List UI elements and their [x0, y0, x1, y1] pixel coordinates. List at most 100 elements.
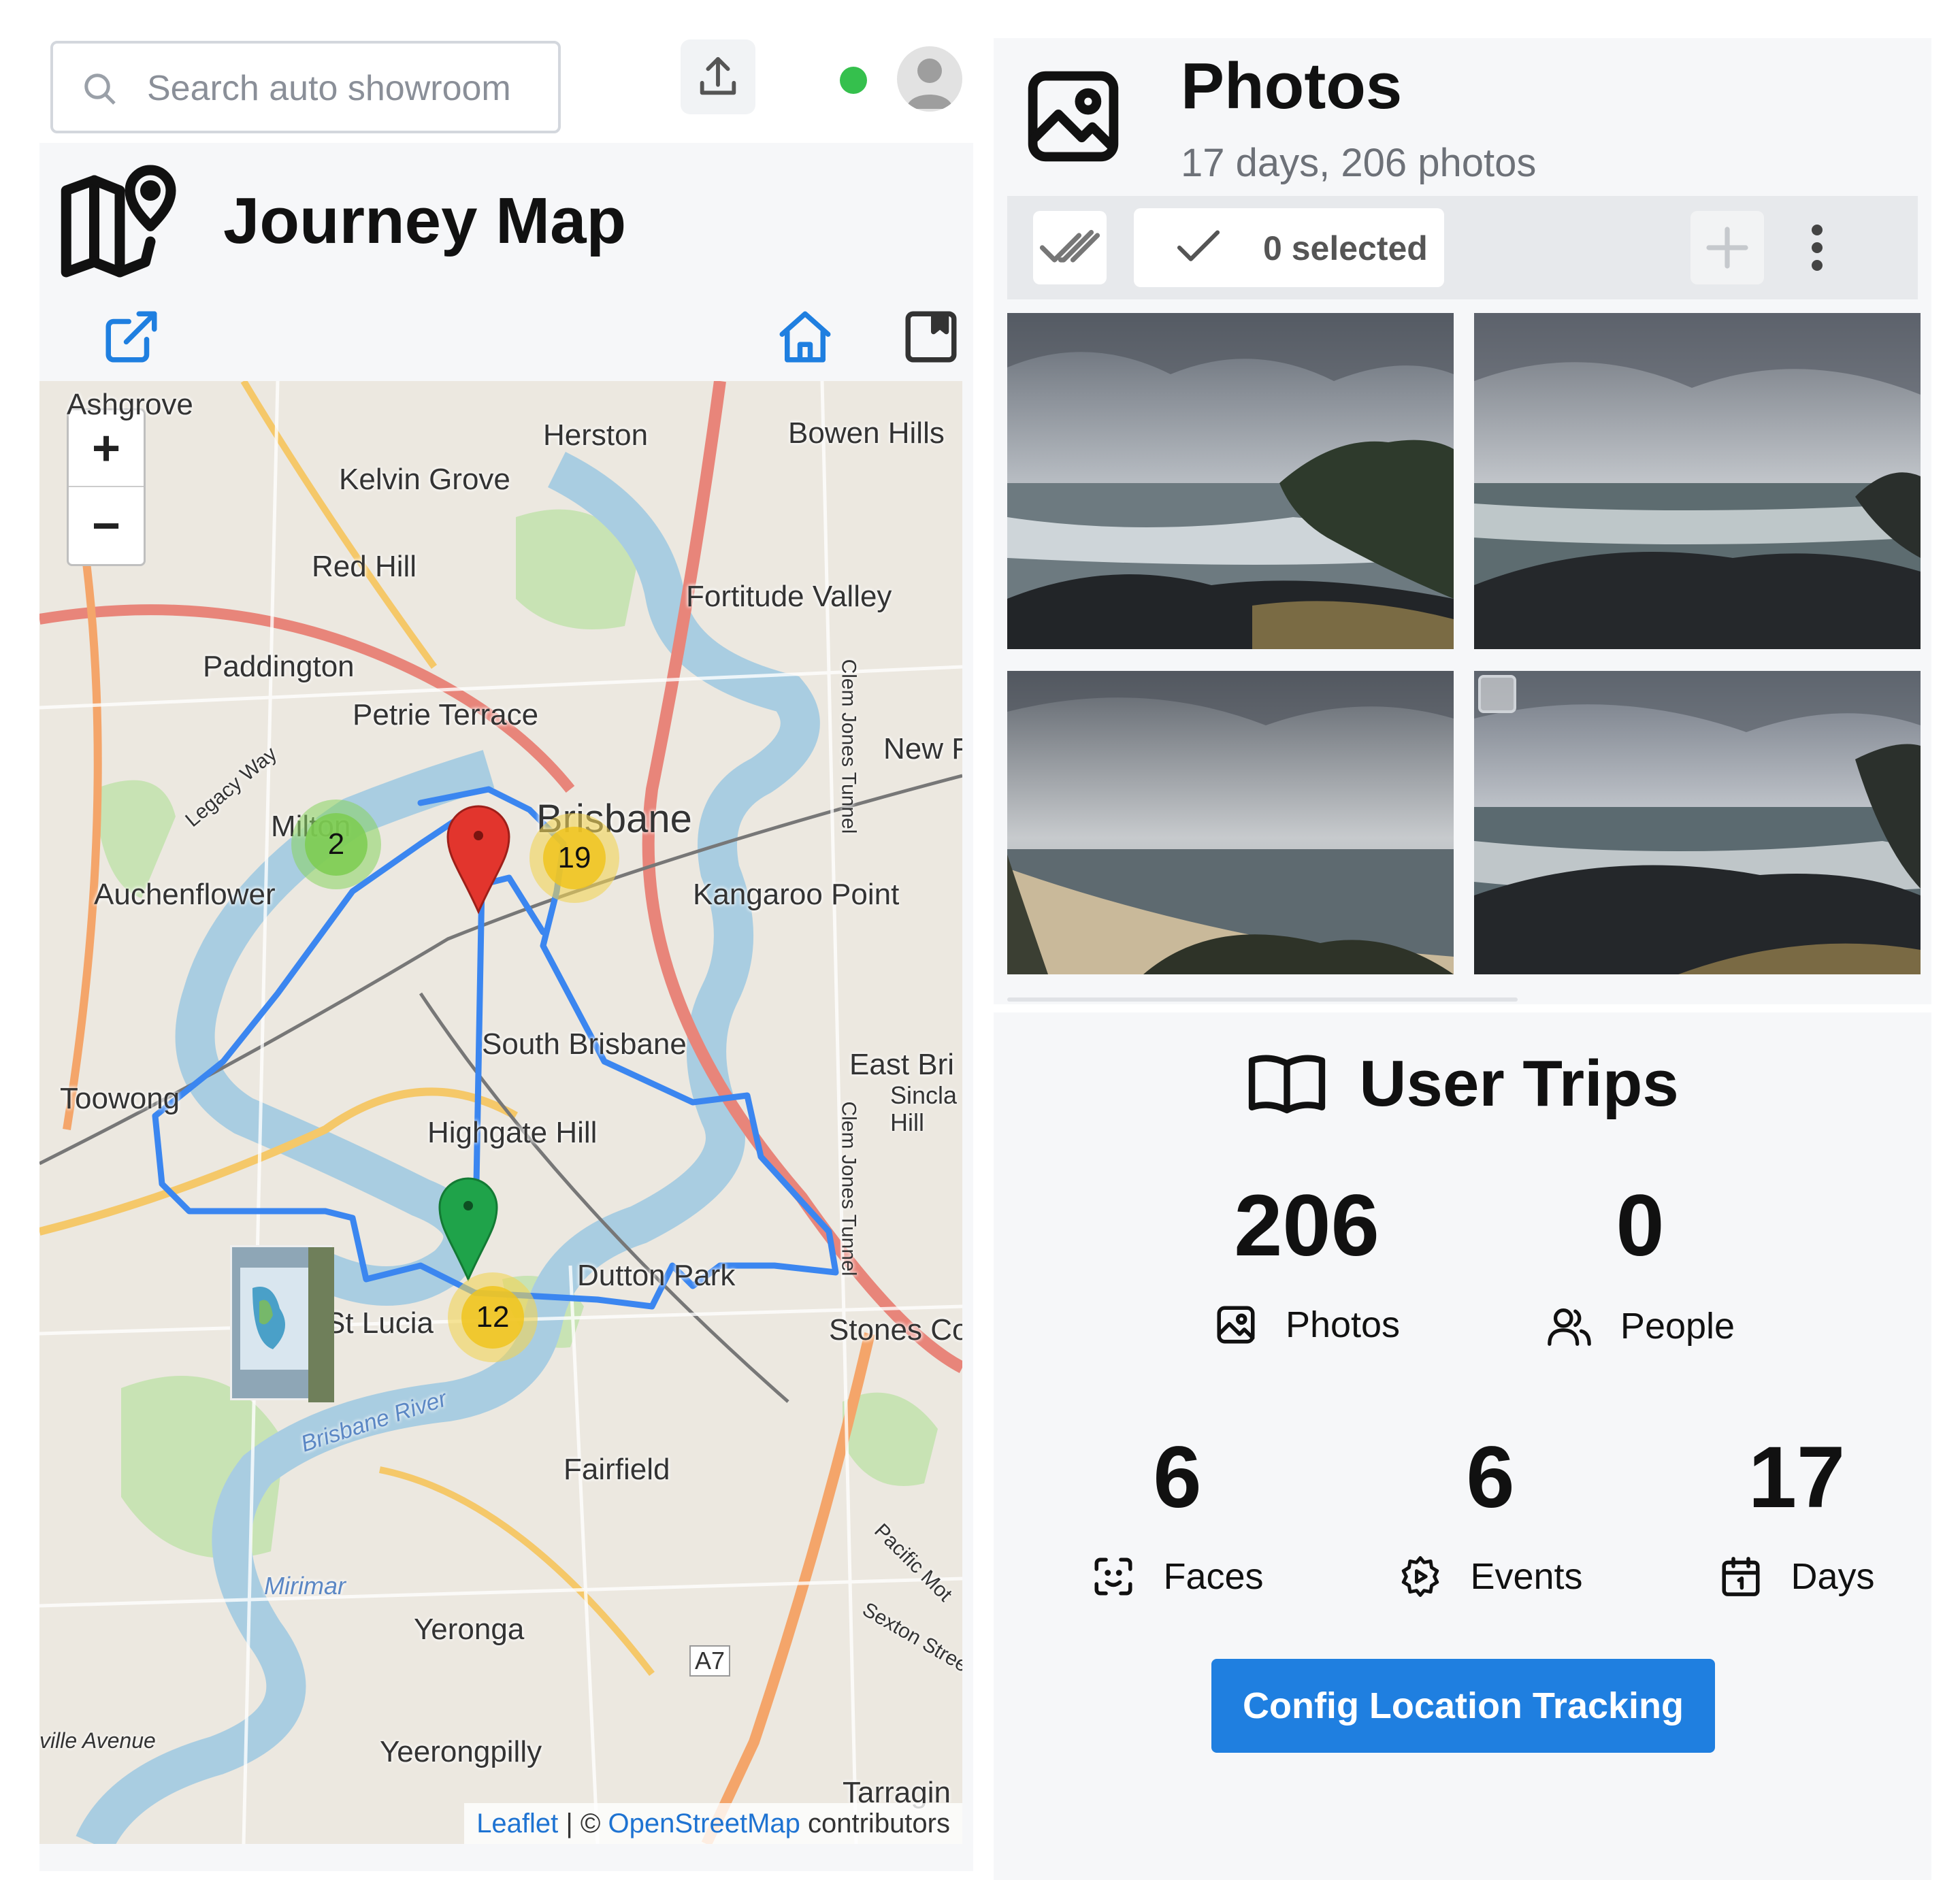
map-label: Dutton Park: [577, 1259, 736, 1292]
event-gear-icon: [1402, 1556, 1439, 1597]
upload-icon: [700, 56, 736, 95]
face-scan-icon: [1094, 1557, 1132, 1596]
stat-value: 6: [1466, 1429, 1515, 1526]
road-shield-a7: A7: [689, 1645, 731, 1677]
map-label: Yeronga: [414, 1613, 525, 1646]
image-icon: [1028, 71, 1119, 162]
photos-subtitle: 17 days, 206 photos: [1181, 141, 1537, 185]
photo-cluster[interactable]: 19: [529, 813, 619, 903]
map-label: Kelvin Grove: [339, 463, 510, 496]
user-avatar[interactable]: [897, 46, 962, 112]
selected-count-label: 0 selected: [1263, 229, 1428, 267]
bookmark-book-icon[interactable]: [900, 306, 962, 367]
map-label: East Bri: [849, 1048, 955, 1081]
attribution-separator: | ©: [558, 1809, 608, 1838]
cluster-count: 19: [543, 827, 606, 889]
photo-cluster[interactable]: 2: [291, 799, 381, 889]
stat-people: 0 People: [1524, 1183, 1756, 1350]
plus-icon: [1706, 227, 1748, 269]
map-label: Clem Jones Tunnel: [837, 1101, 860, 1276]
user-icon: [906, 59, 953, 109]
stat-days: 17 Days: [1681, 1434, 1912, 1599]
map-label: Fortitude Valley: [686, 580, 892, 613]
attribution-contributors: contributors: [800, 1809, 950, 1838]
journey-title: Journey Map: [223, 184, 627, 257]
map-attribution: Leaflet | © OpenStreetMap contributors: [464, 1803, 962, 1844]
search-input[interactable]: [147, 57, 542, 120]
open-book-icon: [1249, 1055, 1326, 1114]
check-icon: [1177, 230, 1220, 261]
map-label: Highgate Hill: [427, 1116, 598, 1149]
stat-label: Events: [1470, 1556, 1583, 1597]
zoom-control: + −: [67, 408, 146, 566]
stat-photos: 206 Photos: [1191, 1183, 1422, 1347]
photos-header: Photos 17 days, 206 photos: [994, 38, 1931, 195]
map-label: St Lucia: [325, 1306, 434, 1340]
photo-tile[interactable]: [1007, 671, 1454, 974]
map-label: Paddington: [203, 650, 355, 683]
trips-title: User Trips: [1359, 1047, 1679, 1120]
calendar-icon: [1722, 1557, 1760, 1596]
coastal-rock-photo: [1474, 313, 1921, 649]
select-all-button[interactable]: [1033, 211, 1107, 284]
selection-count[interactable]: 0 selected: [1134, 208, 1444, 287]
photo-tile[interactable]: [1007, 313, 1454, 649]
openstreetmap-link[interactable]: OpenStreetMap: [608, 1809, 800, 1838]
stat-label: Days: [1791, 1556, 1875, 1597]
map-label: Auchenflower: [94, 878, 276, 911]
coastal-rock-photo: [1474, 671, 1921, 974]
search-box[interactable]: [50, 41, 561, 133]
journey-header: Journey Map: [39, 143, 973, 279]
stat-label: People: [1620, 1306, 1735, 1347]
map-label: Clem Jones Tunnel: [837, 659, 860, 834]
journey-card: Journey Map + − Ashgrove Herston Bowen H…: [39, 143, 973, 1871]
map-label: New F: [883, 732, 962, 765]
stat-faces: 6 Faces: [1062, 1434, 1293, 1599]
people-icon: [1548, 1308, 1591, 1346]
image-icon: [1217, 1306, 1255, 1344]
photos-title: Photos: [1181, 50, 1403, 122]
map-label: Bowen Hills: [788, 416, 945, 450]
photo-tile[interactable]: [1474, 313, 1921, 649]
open-external-icon[interactable]: [101, 306, 162, 367]
trips-header: User Trips: [994, 1040, 1931, 1128]
map-label: Kangaroo Point: [693, 878, 900, 911]
home-icon[interactable]: [774, 306, 836, 367]
double-check-icon: [1039, 229, 1100, 263]
stat-value: 0: [1616, 1177, 1665, 1274]
coastal-rock-photo: [1007, 313, 1454, 649]
top-bar: [0, 0, 980, 143]
search-icon: [84, 73, 116, 105]
map-label: Fairfield: [564, 1453, 670, 1486]
selection-toolbar: 0 selected: [1007, 196, 1918, 299]
zoom-out-button[interactable]: −: [69, 487, 144, 564]
journey-panel: Journey Map: [0, 0, 994, 1880]
grid-scrollbar[interactable]: [1007, 997, 1518, 1002]
stat-label: Photos: [1285, 1304, 1401, 1345]
leaflet-link[interactable]: Leaflet: [476, 1809, 558, 1838]
config-location-tracking-button[interactable]: Config Location Tracking: [1211, 1659, 1715, 1753]
photo-cluster[interactable]: 12: [448, 1272, 538, 1362]
photo-tile[interactable]: [1474, 671, 1921, 974]
photos-card: Photos 17 days, 206 photos 0 selected: [994, 38, 1931, 1004]
map-label: Toowong: [60, 1082, 180, 1115]
map-label: ville Avenue: [39, 1728, 156, 1753]
map-label: Ashgrove: [67, 388, 193, 421]
user-trips-card: User Trips 206 Photos 0 People 6 Faces 6: [994, 1012, 1931, 1880]
beach-photo: [1007, 671, 1454, 974]
map-label: Herston: [543, 418, 649, 452]
photo-thumbnail-marker[interactable]: [230, 1245, 334, 1402]
map-label: Stones Co: [829, 1313, 962, 1347]
upload-button[interactable]: [681, 39, 755, 114]
map-label: Red Hill: [312, 550, 417, 583]
more-options-button[interactable]: [1797, 211, 1838, 284]
add-button[interactable]: [1690, 211, 1764, 284]
stat-value: 17: [1748, 1429, 1846, 1526]
map-label: Mirimar: [264, 1572, 346, 1600]
kebab-menu-icon: [1812, 225, 1823, 271]
photo-select-checkbox[interactable]: [1478, 675, 1516, 713]
map-label: South Brisbane: [482, 1027, 687, 1061]
journey-map[interactable]: + − Ashgrove Herston Bowen Hills Kelvin …: [39, 381, 962, 1844]
stat-label: Faces: [1163, 1556, 1264, 1597]
cluster-count: 12: [461, 1286, 524, 1349]
